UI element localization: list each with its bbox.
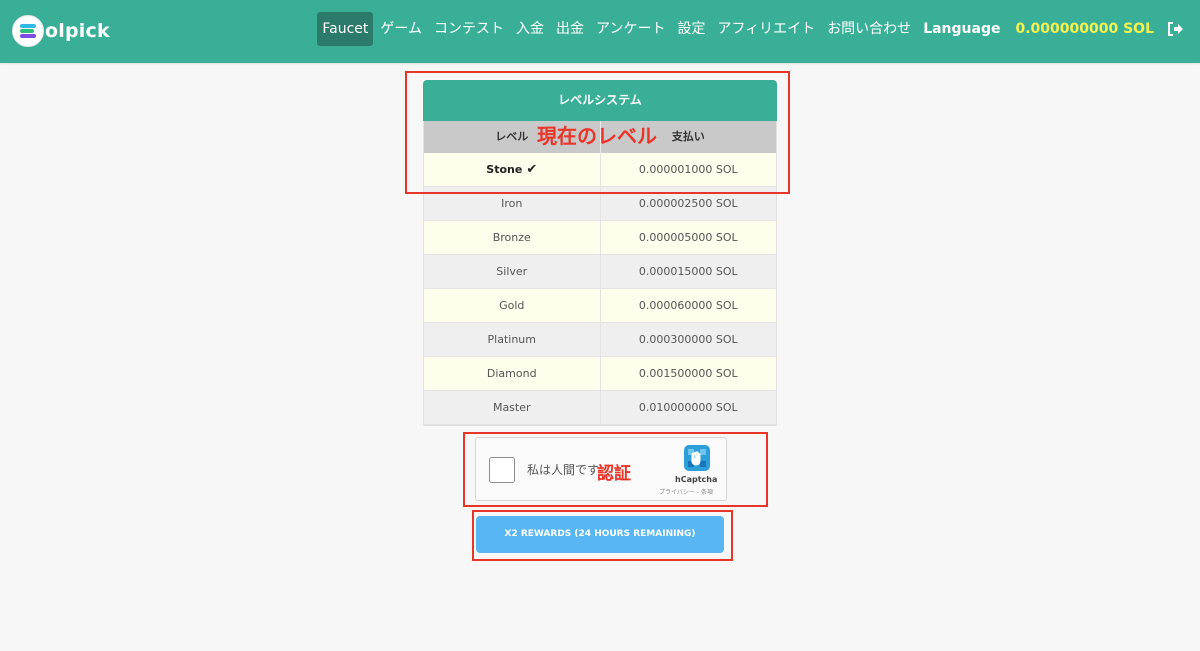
annotation-verify: 認証 [597, 464, 631, 484]
table-row: Diamond 0.001500000 SOL [424, 357, 776, 391]
nav-item-survey[interactable]: アンケート [591, 12, 670, 46]
table-row: Silver 0.000015000 SOL [424, 255, 776, 289]
payment-cell: 0.000060000 SOL [638, 299, 738, 312]
annotation-box-rewards [472, 510, 733, 561]
balance-display: 0.000000000 SOL [1015, 21, 1154, 37]
nav-item-contact[interactable]: お問い合わせ [822, 12, 916, 46]
navbar: olpick Faucet ゲーム コンテスト 入金 出金 アンケート 設定 ア… [0, 0, 1200, 63]
nav-menu: Faucet ゲーム コンテスト 入金 出金 アンケート 設定 アフィリエイト … [315, 12, 1184, 46]
nav-item-contest[interactable]: コンテスト [429, 12, 509, 46]
nav-item-withdraw[interactable]: 出金 [551, 12, 589, 46]
sign-out-icon[interactable] [1166, 20, 1184, 38]
level-cell: Bronze [424, 221, 601, 254]
payment-cell: 0.000015000 SOL [638, 265, 738, 278]
annotation-current-level: 現在のレベル [537, 124, 657, 148]
table-row: Gold 0.000060000 SOL [424, 289, 776, 323]
nav-item-deposit[interactable]: 入金 [511, 12, 549, 46]
level-cell: Diamond [424, 357, 601, 390]
logo-text: olpick [45, 20, 110, 42]
payment-cell: 0.000005000 SOL [638, 231, 738, 244]
nav-item-settings[interactable]: 設定 [672, 12, 710, 46]
payment-cell: 0.000300000 SOL [638, 333, 738, 346]
nav-item-faucet[interactable]: Faucet [317, 12, 374, 46]
language-dropdown[interactable]: Language [918, 12, 1005, 46]
level-cell: Master [424, 391, 601, 424]
payment-cell: 0.010000000 SOL [638, 401, 738, 414]
level-cell: Silver [424, 255, 601, 288]
nav-item-games[interactable]: ゲーム [375, 12, 427, 46]
table-row: Master 0.010000000 SOL [424, 391, 776, 425]
table-row: Bronze 0.000005000 SOL [424, 221, 776, 255]
solana-logo-icon [12, 15, 44, 47]
payment-cell: 0.001500000 SOL [638, 367, 738, 380]
table-row: Platinum 0.000300000 SOL [424, 323, 776, 357]
nav-item-affiliate[interactable]: アフィリエイト [712, 12, 820, 46]
level-cell: Gold [424, 289, 601, 322]
level-cell: Platinum [424, 323, 601, 356]
site-logo[interactable]: olpick [12, 15, 110, 47]
